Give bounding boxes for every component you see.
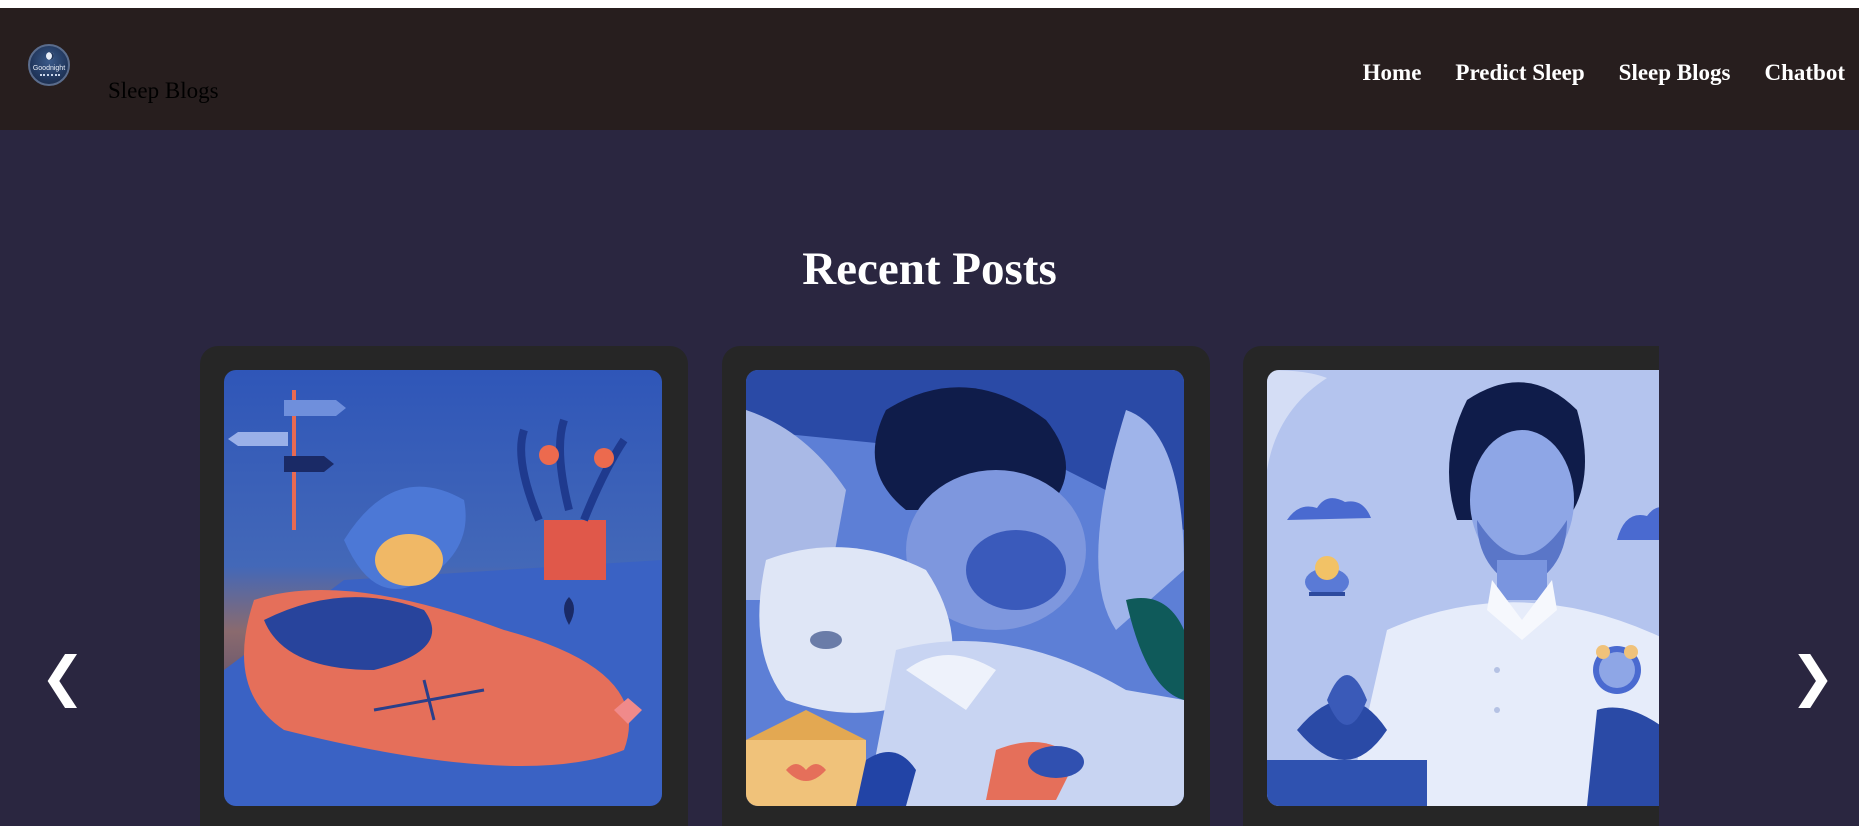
section-title: Recent Posts: [802, 243, 1057, 295]
post-image[interactable]: [224, 370, 662, 806]
brand-title: Sleep Blogs: [108, 78, 219, 103]
main-nav: Home Predict Sleep Sleep Blogs Chatbot: [1363, 60, 1845, 86]
carousel-prev-button[interactable]: ❮: [40, 650, 85, 704]
carousel: [200, 346, 1659, 826]
carousel-next-button[interactable]: ❯: [1790, 650, 1835, 704]
logo[interactable]: Goodnight: [28, 44, 70, 86]
post-image[interactable]: [746, 370, 1184, 806]
post-card[interactable]: [722, 346, 1210, 826]
nav-home[interactable]: Home: [1363, 60, 1422, 86]
navbar: Goodnight Sleep Blogs Home Predict Sleep…: [0, 8, 1859, 130]
post-image[interactable]: [1267, 370, 1659, 806]
moon-icon: [46, 52, 54, 60]
nav-sleep-blogs[interactable]: Sleep Blogs: [1619, 60, 1731, 86]
post-illustration-2: [746, 370, 1184, 806]
nav-predict-sleep[interactable]: Predict Sleep: [1455, 60, 1584, 86]
stars-icon: [40, 74, 60, 77]
post-illustration-1: [224, 370, 662, 806]
logo-text: Goodnight: [32, 64, 66, 72]
blog-content: Recent Posts ❮ ❯: [0, 130, 1859, 826]
post-card[interactable]: [200, 346, 688, 826]
top-gap: [0, 0, 1859, 8]
post-card[interactable]: [1243, 346, 1659, 826]
post-illustration-3: [1267, 370, 1659, 806]
nav-chatbot[interactable]: Chatbot: [1764, 60, 1845, 86]
